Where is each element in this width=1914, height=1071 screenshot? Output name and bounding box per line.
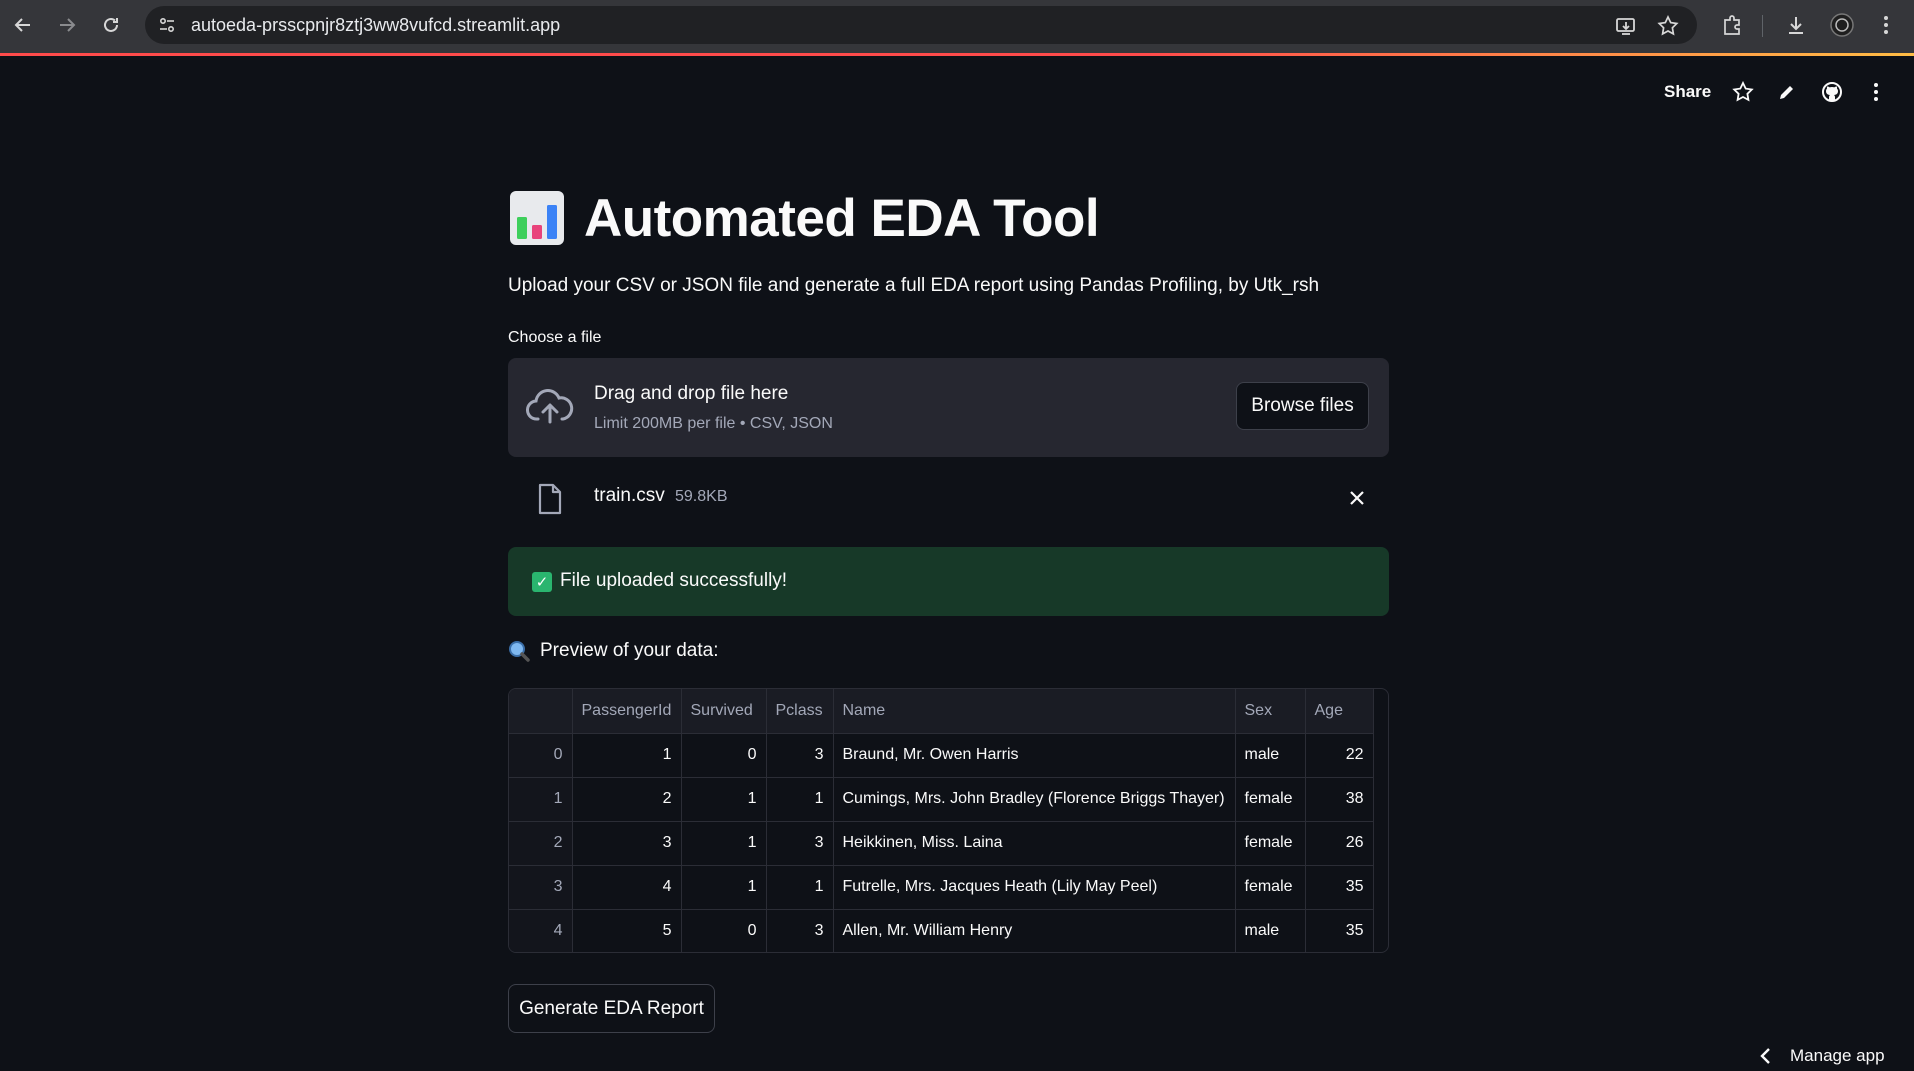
table-row[interactable]: 4 5 0 3 Allen, Mr. William Henry male 35 [509, 909, 1374, 952]
table-cell[interactable]: 0 [681, 909, 767, 952]
page-title: Automated EDA Tool [584, 188, 1100, 248]
uploaded-file-item: train.csv 59.8KB [508, 473, 1389, 529]
file-dropzone[interactable]: Drag and drop file here Limit 200MB per … [508, 358, 1389, 457]
browser-menu-icon[interactable] [1872, 11, 1900, 39]
page-subtitle: Upload your CSV or JSON file and generat… [508, 275, 1320, 296]
row-index: 3 [509, 865, 573, 910]
row-index: 1 [509, 777, 573, 822]
table-row[interactable]: 2 3 1 3 Heikkinen, Miss. Laina female 26 [509, 821, 1374, 866]
file-icon [538, 483, 562, 515]
table-cell[interactable]: 4 [572, 865, 682, 910]
table-cell[interactable]: Heikkinen, Miss. Laina [833, 821, 1236, 866]
preview-heading-row: Preview of your data: [508, 640, 718, 662]
table-cell[interactable]: female [1235, 777, 1306, 822]
table-cell[interactable]: Braund, Mr. Owen Harris [833, 733, 1236, 778]
reload-icon[interactable] [96, 10, 126, 40]
table-cell[interactable]: male [1235, 733, 1306, 778]
site-info-icon[interactable] [155, 13, 179, 37]
table-cell[interactable]: 22 [1305, 733, 1374, 778]
browser-toolbar: autoeda-prsscpnjr8ztj3ww8vufcd.streamlit… [0, 0, 1914, 53]
manage-app-button[interactable]: Manage app [1756, 1046, 1885, 1066]
success-message: File uploaded successfully! [560, 570, 788, 591]
table-cell[interactable]: 35 [1305, 865, 1374, 910]
table-cell[interactable]: female [1235, 821, 1306, 866]
table-row[interactable]: 3 4 1 1 Futrelle, Mrs. Jacques Heath (Li… [509, 865, 1374, 910]
table-cell[interactable]: 1 [681, 777, 767, 822]
dropzone-instructions: Drag and drop file here [594, 383, 789, 404]
table-cell[interactable]: 1 [572, 733, 682, 778]
table-cell[interactable]: 1 [681, 821, 767, 866]
column-header[interactable]: Survived [681, 689, 767, 734]
magnifier-icon [509, 641, 530, 662]
back-arrow-icon[interactable] [8, 10, 38, 40]
index-header [509, 689, 573, 734]
install-app-icon[interactable] [1613, 13, 1639, 39]
table-cell[interactable]: 3 [766, 733, 834, 778]
table-cell[interactable]: 1 [766, 865, 834, 910]
row-index: 2 [509, 821, 573, 866]
cloud-upload-icon [526, 389, 574, 424]
remove-file-close-icon[interactable] [1344, 485, 1370, 511]
profile-avatar-icon[interactable] [1828, 11, 1856, 39]
main-menu-icon[interactable] [1862, 78, 1890, 106]
table-cell[interactable]: 5 [572, 909, 682, 952]
table-cell[interactable]: 1 [766, 777, 834, 822]
table-cell[interactable]: 3 [766, 821, 834, 866]
browse-files-button[interactable]: Browse files [1236, 382, 1369, 430]
forward-arrow-icon[interactable] [52, 10, 82, 40]
table-cell[interactable]: 3 [766, 909, 834, 952]
table-cell[interactable]: 0 [681, 733, 767, 778]
table-cell[interactable]: 38 [1305, 777, 1374, 822]
table-cell[interactable]: 3 [572, 821, 682, 866]
uploaded-file-size: 59.8KB [675, 488, 728, 505]
table-cell[interactable]: 1 [681, 865, 767, 910]
row-index: 4 [509, 909, 573, 952]
table-cell[interactable]: 26 [1305, 821, 1374, 866]
uploaded-file-name: train.csv [594, 485, 665, 506]
manage-app-label: Manage app [1790, 1046, 1885, 1065]
success-alert: ✓ File uploaded successfully! [508, 547, 1389, 616]
generate-eda-report-button[interactable]: Generate EDA Report [508, 984, 715, 1033]
data-preview-table[interactable]: PassengerId Survived Pclass Name Sex Age… [508, 688, 1389, 953]
app-header: Share [0, 56, 1914, 128]
column-header[interactable]: Name [833, 689, 1236, 734]
bar-chart-emoji-icon [510, 191, 564, 245]
row-index: 0 [509, 733, 573, 778]
toolbar-divider [1762, 15, 1763, 37]
address-bar[interactable]: autoeda-prsscpnjr8ztj3ww8vufcd.streamlit… [145, 6, 1697, 44]
column-header[interactable]: Sex [1235, 689, 1306, 734]
title-row: Automated EDA Tool [508, 180, 1100, 256]
table-cell[interactable]: Allen, Mr. William Henry [833, 909, 1236, 952]
table-cell[interactable]: 2 [572, 777, 682, 822]
download-icon[interactable] [1782, 11, 1810, 39]
table-row[interactable]: 0 1 0 3 Braund, Mr. Owen Harris male 22 [509, 733, 1374, 778]
extensions-icon[interactable] [1718, 11, 1746, 39]
table-header-row: PassengerId Survived Pclass Name Sex Age [509, 689, 1374, 734]
table-cell[interactable]: 35 [1305, 909, 1374, 952]
column-header[interactable]: Age [1305, 689, 1374, 734]
column-header[interactable]: Pclass [766, 689, 834, 734]
star-icon[interactable] [1729, 78, 1757, 106]
table-cell[interactable]: Cumings, Mrs. John Bradley (Florence Bri… [833, 777, 1236, 822]
url-text: autoeda-prsscpnjr8ztj3ww8vufcd.streamlit… [191, 15, 561, 35]
github-icon[interactable] [1818, 78, 1846, 106]
share-button[interactable]: Share [1664, 82, 1711, 102]
table-cell[interactable]: Futrelle, Mrs. Jacques Heath (Lily May P… [833, 865, 1236, 910]
file-uploader-label: Choose a file [508, 329, 602, 346]
column-header[interactable]: PassengerId [572, 689, 682, 734]
table-cell[interactable]: female [1235, 865, 1306, 910]
chevron-left-icon [1760, 1048, 1770, 1064]
preview-heading: Preview of your data: [540, 640, 719, 661]
checkmark-icon: ✓ [532, 572, 552, 592]
edit-pencil-icon[interactable] [1773, 78, 1801, 106]
dropzone-limit-text: Limit 200MB per file • CSV, JSON [594, 415, 833, 432]
bookmark-star-icon[interactable] [1655, 13, 1681, 39]
table-cell[interactable]: male [1235, 909, 1306, 952]
table-row[interactable]: 1 2 1 1 Cumings, Mrs. John Bradley (Flor… [509, 777, 1374, 822]
